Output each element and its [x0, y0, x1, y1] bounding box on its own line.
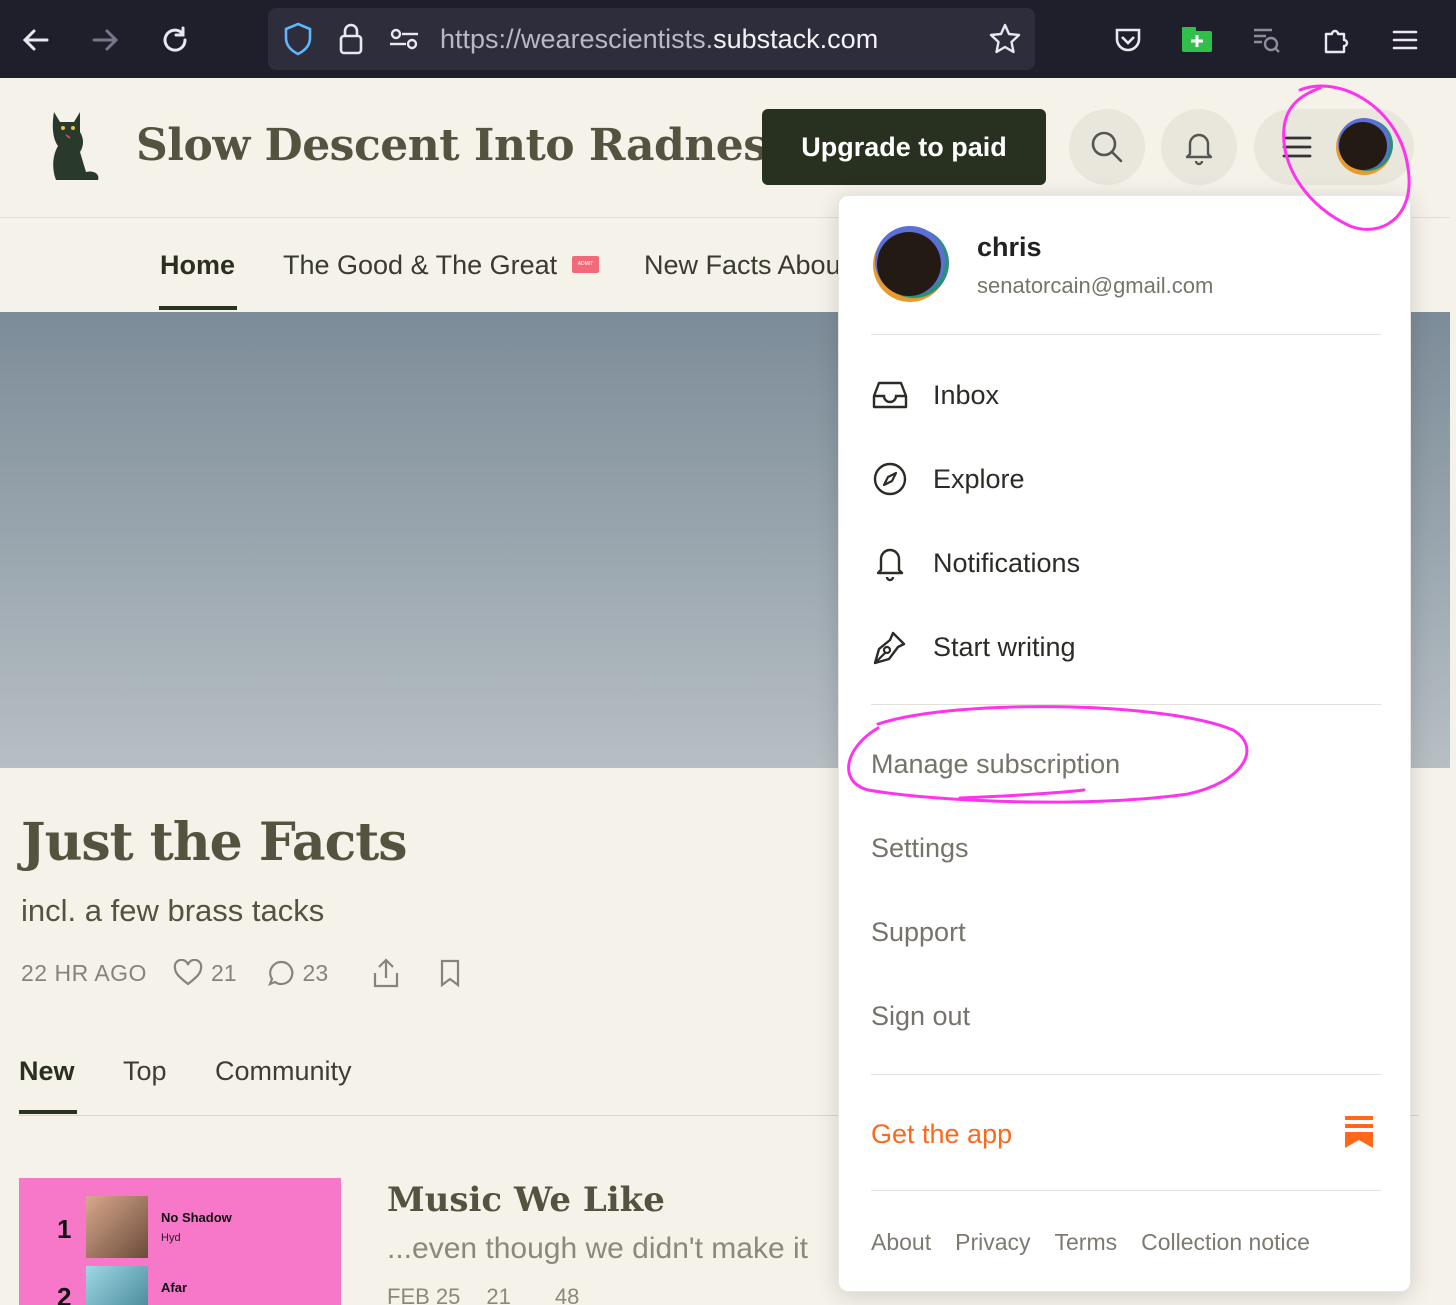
publication-title[interactable]: Slow Descent Into Radness: [136, 120, 792, 171]
bell-icon: [1185, 133, 1213, 166]
track-number: 2: [57, 1282, 72, 1305]
post2-comment-count[interactable]: 48: [555, 1284, 579, 1305]
post-subtitle: incl. a few brass tacks: [21, 893, 325, 928]
pocket-icon[interactable]: [1108, 20, 1148, 60]
comment-button[interactable]: 23: [267, 959, 329, 987]
feed-tab-new[interactable]: New: [19, 1056, 75, 1087]
settings-link[interactable]: Settings: [871, 833, 969, 864]
avatar: [873, 226, 949, 302]
bookmark-icon: [441, 959, 460, 988]
url-domain: substack.com: [713, 24, 879, 54]
menu-icon: [1282, 136, 1312, 158]
post2-title[interactable]: Music We Like: [387, 1180, 665, 1220]
substack-logo-icon: [1345, 1116, 1373, 1148]
track-number: 1: [57, 1214, 72, 1244]
divider: [871, 1190, 1381, 1191]
post2-date: FEB 25: [387, 1284, 461, 1305]
menu-item-notifications[interactable]: Notifications: [871, 541, 1080, 585]
footer-about-link[interactable]: About: [871, 1229, 931, 1256]
user-dropdown-menu: chris senatorcain@gmail.com Inbox Explor…: [838, 195, 1411, 1292]
user-email: senatorcain@gmail.com: [977, 273, 1214, 298]
footer-terms-link[interactable]: Terms: [1055, 1229, 1118, 1256]
like-count: 21: [210, 959, 237, 986]
footer-collection-notice-link[interactable]: Collection notice: [1141, 1229, 1310, 1256]
manage-subscription-link[interactable]: Manage subscription: [871, 749, 1120, 780]
get-the-app-link[interactable]: Get the app: [871, 1119, 1012, 1150]
menu-item-start-writing[interactable]: Start writing: [871, 625, 1076, 669]
share-button[interactable]: [372, 957, 400, 989]
bookmark-button[interactable]: [438, 958, 462, 988]
menu-label: Notifications: [933, 547, 1081, 578]
forward-arrow-icon[interactable]: [85, 20, 125, 60]
bell-icon: [871, 544, 909, 582]
post-time: 22 HR AGO: [21, 959, 147, 986]
compass-icon: [871, 460, 909, 498]
active-tab-underline: [159, 306, 237, 310]
sign-out-link[interactable]: Sign out: [871, 1001, 970, 1032]
ticket-emoji-icon: ADMIT ONE: [572, 256, 599, 273]
post2-like-count[interactable]: 21: [486, 1284, 510, 1305]
album-art: [86, 1196, 148, 1258]
post-title[interactable]: Just the Facts: [21, 812, 408, 873]
post-thumbnail[interactable]: 1 No Shadow Hyd 2 Afar: [19, 1178, 341, 1305]
nav-tab-home[interactable]: Home: [160, 250, 235, 281]
feed-tab-underline: [19, 1110, 77, 1114]
inbox-icon: [871, 376, 909, 414]
post-meta: 22 HR AGO 21 23: [21, 955, 492, 991]
permissions-icon[interactable]: [388, 26, 420, 57]
avatar: [1336, 118, 1393, 175]
feed-tab-top[interactable]: Top: [123, 1056, 167, 1087]
menu-item-explore[interactable]: Explore: [871, 457, 1025, 501]
menu-label: Explore: [933, 463, 1025, 494]
url-prefix: https://wearescientists.: [440, 24, 714, 54]
reload-icon[interactable]: [155, 20, 195, 60]
support-link[interactable]: Support: [871, 917, 966, 948]
menu-label: Start writing: [933, 631, 1076, 662]
footer-privacy-link[interactable]: Privacy: [955, 1229, 1030, 1256]
bookmark-star-icon[interactable]: [988, 22, 1022, 61]
dropdown-footer: About Privacy Terms Collection notice: [871, 1229, 1334, 1256]
divider: [871, 334, 1381, 335]
url-text[interactable]: https://wearescientists.substack.com: [440, 24, 878, 55]
track-name: Afar: [161, 1280, 188, 1295]
lock-icon[interactable]: [338, 22, 364, 61]
album-art: [86, 1266, 148, 1305]
upgrade-button[interactable]: Upgrade to paid: [762, 109, 1046, 185]
share-icon: [374, 958, 399, 988]
pen-icon: [871, 628, 909, 666]
cat-logo[interactable]: [46, 108, 104, 189]
track-artist: Hyd: [161, 1232, 181, 1244]
like-button[interactable]: 21: [173, 959, 237, 987]
comment-icon: [267, 960, 293, 986]
menu-label: Inbox: [933, 379, 1000, 410]
notifications-button[interactable]: [1161, 109, 1237, 185]
shield-icon[interactable]: [282, 22, 314, 61]
post2-meta: FEB 25 21 48: [387, 1284, 579, 1305]
hamburger-menu-icon[interactable]: [1385, 20, 1425, 60]
post2-subtitle: ...even though we didn't make it: [387, 1232, 808, 1265]
search-button[interactable]: [1069, 109, 1145, 185]
browser-toolbar: https://wearescientists.substack.com: [0, 0, 1456, 78]
user-name: chris: [977, 232, 1042, 262]
heart-icon: [173, 959, 203, 986]
reader-icon[interactable]: [1246, 20, 1286, 60]
extensions-puzzle-icon[interactable]: [1316, 20, 1356, 60]
back-arrow-icon[interactable]: [16, 20, 56, 60]
nav-tab-new-facts[interactable]: New Facts Abou: [644, 250, 841, 281]
divider: [871, 704, 1381, 705]
menu-item-inbox[interactable]: Inbox: [871, 373, 999, 417]
search-icon: [1091, 131, 1123, 163]
track-name: No Shadow: [161, 1210, 232, 1225]
address-bar[interactable]: https://wearescientists.substack.com: [268, 8, 1035, 70]
extension-icon[interactable]: [1177, 20, 1217, 60]
comment-count: 23: [302, 959, 329, 986]
divider: [871, 1074, 1381, 1075]
user-menu-button[interactable]: [1254, 109, 1414, 185]
nav-tab-good-great[interactable]: The Good & The Great: [283, 250, 557, 281]
feed-tab-community[interactable]: Community: [215, 1056, 352, 1087]
